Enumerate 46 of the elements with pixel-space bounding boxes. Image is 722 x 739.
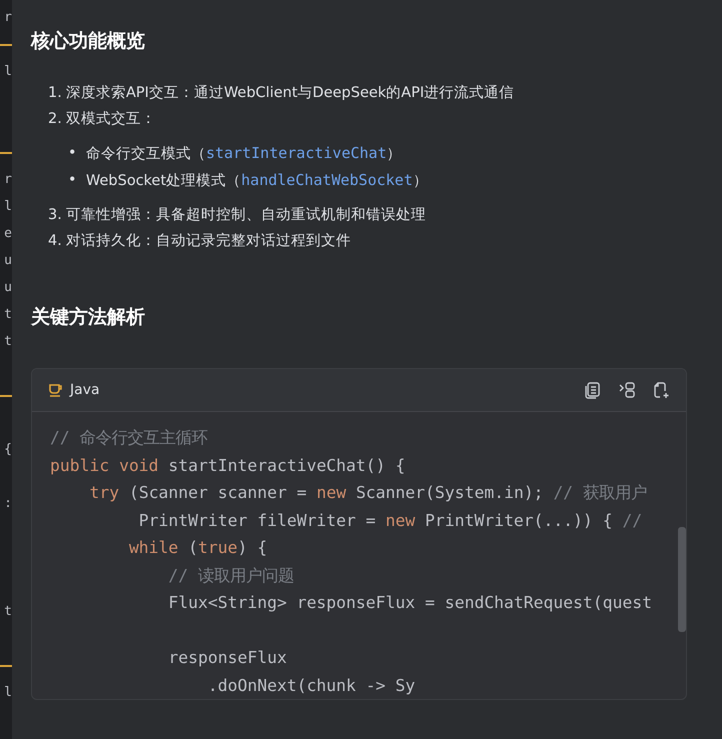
code-line: Flux<String> responseFlux = sendChatRequest(quest xyxy=(167,593,652,612)
code-fragment: r xyxy=(3,9,12,27)
wrap-icon[interactable] xyxy=(618,381,636,399)
code-fragment: t xyxy=(3,333,12,351)
code-fragment: l xyxy=(3,198,12,216)
code-fragment: : xyxy=(3,495,12,513)
list-text: 可靠性增强：具备超时控制、自动重试机制和错误处理 xyxy=(66,206,426,225)
marker-line xyxy=(0,44,12,46)
section-heading: 核心功能概览 xyxy=(31,29,146,54)
marker-line xyxy=(0,664,12,666)
list-marker: 4. xyxy=(48,232,62,251)
code-line: // 读取用户问题 xyxy=(167,566,294,584)
cup-icon xyxy=(48,382,64,398)
code-fragment: u xyxy=(3,252,12,270)
code-line: .doOnNext(chunk -> Sy xyxy=(206,676,416,694)
code-line: // 命令行交互主循环 xyxy=(50,428,208,447)
list-marker: • xyxy=(68,171,78,190)
code-fragment: l xyxy=(3,684,12,702)
list-marker: 3. xyxy=(48,206,62,225)
list-marker: 1. xyxy=(48,84,62,103)
marker-line xyxy=(0,394,12,396)
scrollbar[interactable] xyxy=(678,527,686,632)
new-file-icon[interactable] xyxy=(652,381,670,399)
list-marker: 2. xyxy=(48,110,62,129)
copy-icon[interactable] xyxy=(584,381,602,399)
code-fragment: l xyxy=(3,63,12,81)
list-text: 命令行交互模式（startInteractiveChat） xyxy=(86,143,402,164)
code-fragment: t xyxy=(3,603,12,621)
code-line: try (Scanner scanner = new Scanner(System.in); // 获取用户 xyxy=(88,483,647,502)
code-fragment: { xyxy=(3,441,12,459)
code-line: responseFlux xyxy=(167,648,287,667)
marker-line xyxy=(0,152,12,154)
code-fragment: e xyxy=(3,225,12,243)
list-text: 对话持久化：自动记录完整对话过程到文件 xyxy=(66,232,351,251)
list-marker: • xyxy=(68,144,78,163)
section-heading: 关键方法解析 xyxy=(31,305,146,330)
list-text: WebSocket处理模式（handleChatWebSocket） xyxy=(86,170,428,191)
code-fragment: t xyxy=(3,306,12,324)
list-text: 双模式交互： xyxy=(66,110,156,129)
code-line: while (true) { xyxy=(128,538,268,557)
code-fragment: r xyxy=(3,171,12,189)
language-label: Java xyxy=(70,382,100,398)
list-text: 深度求索API交互：通过WebClient与DeepSeek的API进行流式通信 xyxy=(66,84,514,103)
code-line: PrintWriter fileWriter = new PrintWriter(...)) { // xyxy=(138,510,642,530)
code-fragment: u xyxy=(3,279,12,297)
code-line: public void startInteractiveChat() { xyxy=(50,456,406,474)
